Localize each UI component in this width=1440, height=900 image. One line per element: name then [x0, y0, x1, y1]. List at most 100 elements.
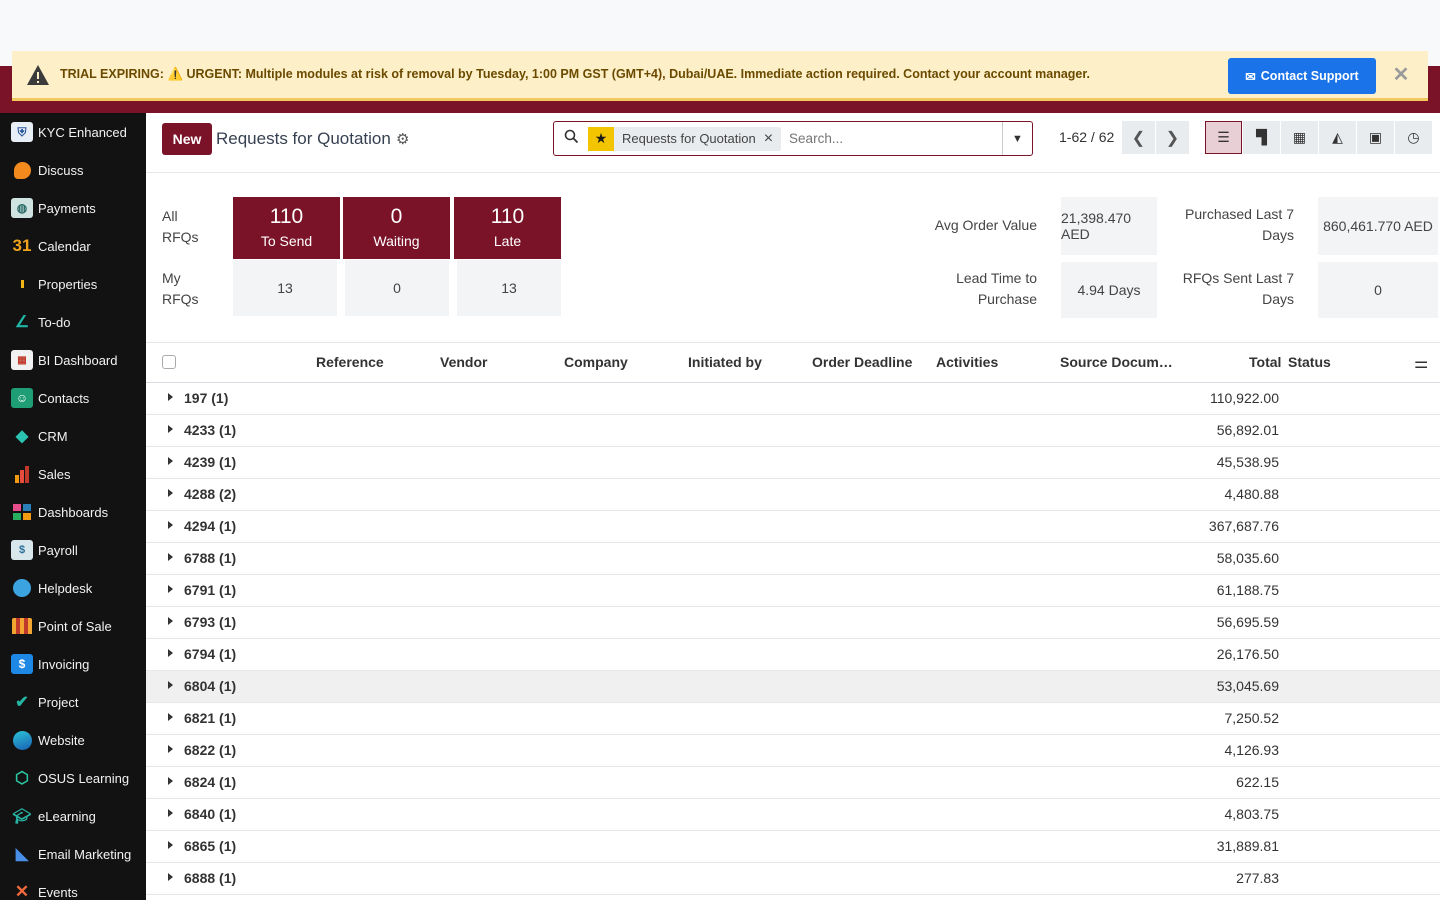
- chevron-right-icon: ❯: [1165, 129, 1180, 147]
- sidebar-item-bi-dashboard[interactable]: ▦ BI Dashboard: [0, 341, 146, 379]
- sidebar-item-discuss[interactable]: Discuss: [0, 151, 146, 189]
- group-row[interactable]: 4294 (1) 367,687.76: [146, 511, 1440, 543]
- column-company[interactable]: Company: [564, 354, 628, 370]
- contact-support-button[interactable]: ✉ Contact Support: [1228, 58, 1376, 94]
- select-all-checkbox[interactable]: [162, 355, 176, 369]
- group-name: 6822 (1): [184, 742, 237, 758]
- sidebar-item-crm[interactable]: ◆ CRM: [0, 417, 146, 455]
- group-row[interactable]: 6840 (1) 4,803.75: [146, 799, 1440, 831]
- shield-icon: ⛨: [11, 122, 33, 142]
- sidebar-item-label: eLearning: [38, 808, 96, 824]
- new-button[interactable]: New: [162, 123, 212, 155]
- sidebar-item-label: Website: [38, 732, 85, 748]
- clock-icon: ◷: [1407, 129, 1420, 145]
- group-row[interactable]: 6822 (1) 4,126.93: [146, 735, 1440, 767]
- kpi-rfqs-sent-label: RFQs Sent Last 7 Days: [1182, 270, 1294, 307]
- group-row[interactable]: 6804 (1) 53,045.69: [146, 671, 1440, 703]
- graph-view-button[interactable]: ◭: [1319, 121, 1356, 154]
- kpi-rfqs-sent-value: 0: [1318, 262, 1438, 318]
- group-name: 6865 (1): [184, 838, 237, 854]
- sidebar-item-helpdesk[interactable]: Helpdesk: [0, 569, 146, 607]
- sidebar-item-sales[interactable]: Sales: [0, 455, 146, 493]
- sidebar-item-project[interactable]: ✔ Project: [0, 683, 146, 721]
- close-icon[interactable]: ✕: [1392, 65, 1410, 85]
- column-reference[interactable]: Reference: [316, 354, 384, 370]
- sidebar-item-contacts[interactable]: ☺ Contacts: [0, 379, 146, 417]
- search-options-toggle[interactable]: ▼: [1002, 122, 1032, 155]
- sidebar-item-email-marketing[interactable]: ◣ Email Marketing: [0, 835, 146, 873]
- column-status[interactable]: Status: [1288, 354, 1331, 370]
- sidebar-item-website[interactable]: Website: [0, 721, 146, 759]
- group-total: 58,035.60: [1216, 550, 1279, 566]
- sidebar-item-invoicing[interactable]: $ Invoicing: [0, 645, 146, 683]
- crm-diamond-icon: ◆: [15, 428, 29, 445]
- sidebar-item-label: Email Marketing: [38, 846, 132, 862]
- table-icon: ▦: [1292, 129, 1307, 145]
- page-title[interactable]: Requests for Quotation: [216, 129, 391, 149]
- group-row[interactable]: 4239 (1) 45,538.95: [146, 447, 1440, 479]
- caret-right-icon: [168, 457, 173, 465]
- sidebar-item-osus-learning[interactable]: ⬡ OSUS Learning: [0, 759, 146, 797]
- tile-waiting[interactable]: 0 Waiting: [343, 197, 450, 259]
- group-total: 61,188.75: [1216, 582, 1279, 598]
- kanban-view-button[interactable]: ▜: [1243, 121, 1280, 154]
- group-row[interactable]: 6821 (1) 7,250.52: [146, 703, 1440, 735]
- my-to-send[interactable]: 13: [233, 260, 337, 316]
- caret-right-icon: [168, 713, 173, 721]
- my-late[interactable]: 13: [457, 260, 561, 316]
- group-row[interactable]: 6794 (1) 26,176.50: [146, 639, 1440, 671]
- column-activities[interactable]: Activities: [936, 354, 998, 370]
- sidebar-item-label: OSUS Learning: [38, 770, 130, 786]
- group-row[interactable]: 6791 (1) 61,188.75: [146, 575, 1440, 607]
- kanban-icon: ▜: [1256, 129, 1267, 145]
- tile-to-send[interactable]: 110 To Send: [233, 197, 340, 259]
- sidebar-item-payments[interactable]: ◍ Payments: [0, 189, 146, 227]
- sidebar-item-point-of-sale[interactable]: Point of Sale: [0, 607, 146, 645]
- pager-previous-button[interactable]: ❮: [1122, 121, 1155, 154]
- group-row[interactable]: 197 (1) 110,922.00: [146, 383, 1440, 415]
- search-input[interactable]: [789, 131, 1002, 146]
- group-row[interactable]: 6824 (1) 622.15: [146, 767, 1440, 799]
- caret-right-icon: [168, 777, 173, 785]
- group-name: 4288 (2): [184, 486, 237, 502]
- sidebar-item-properties[interactable]: Properties: [0, 265, 146, 303]
- sidebar-item-elearning[interactable]: 🎓︎ eLearning: [0, 797, 146, 835]
- sidebar-item-label: Properties: [38, 276, 98, 292]
- pager-value[interactable]: 1-62 / 62: [1059, 129, 1114, 145]
- sidebar-item-label: Project: [38, 694, 79, 710]
- kpi-avg-order-label: Avg Order Value: [934, 217, 1037, 233]
- gear-icon[interactable]: ⚙: [396, 130, 409, 148]
- calendar-view-button[interactable]: ▣: [1357, 121, 1394, 154]
- group-row[interactable]: 6788 (1) 58,035.60: [146, 543, 1440, 575]
- tile-late[interactable]: 110 Late: [454, 197, 561, 259]
- optional-columns-icon[interactable]: ⚌: [1414, 353, 1428, 373]
- sidebar-item-calendar[interactable]: 31 Calendar: [0, 227, 146, 265]
- activity-view-button[interactable]: ◷: [1395, 121, 1432, 154]
- my-waiting[interactable]: 0: [345, 260, 449, 316]
- sidebar-item-payroll[interactable]: $ Payroll: [0, 531, 146, 569]
- group-name: 4233 (1): [184, 422, 237, 438]
- pager-next-button[interactable]: ❯: [1156, 121, 1189, 154]
- column-order-deadline[interactable]: Order Deadline: [812, 354, 912, 370]
- list-icon: ☰: [1217, 129, 1230, 145]
- remove-facet-icon[interactable]: ×: [764, 130, 781, 148]
- pivot-view-button[interactable]: ▦: [1281, 121, 1318, 154]
- app-sidebar: ⛨ KYC Enhanced Discuss ◍ Payments 31 Calend…: [0, 113, 146, 900]
- column-vendor[interactable]: Vendor: [440, 354, 487, 370]
- group-row[interactable]: 6888 (1) 277.83: [146, 863, 1440, 895]
- sidebar-item-events[interactable]: ✕ Events: [0, 873, 146, 900]
- column-total[interactable]: Total: [1249, 354, 1281, 370]
- column-source-document[interactable]: Source Docum…: [1060, 354, 1173, 370]
- sidebar-item-kyc-enhanced[interactable]: ⛨ KYC Enhanced: [0, 113, 146, 151]
- trial-banner: TRIAL EXPIRING: ⚠️ URGENT: Multiple modu…: [12, 51, 1428, 101]
- sales-chart-icon: [11, 464, 33, 484]
- group-row[interactable]: 4233 (1) 56,892.01: [146, 415, 1440, 447]
- column-initiated-by[interactable]: Initiated by: [688, 354, 762, 370]
- search-facet: ★ Requests for Quotation ×: [588, 126, 782, 151]
- sidebar-item-to-do[interactable]: ∠ To-do: [0, 303, 146, 341]
- sidebar-item-dashboards[interactable]: Dashboards: [0, 493, 146, 531]
- list-view-button[interactable]: ☰: [1205, 121, 1242, 154]
- group-row[interactable]: 6865 (1) 31,889.81: [146, 831, 1440, 863]
- group-row[interactable]: 6793 (1) 56,695.59: [146, 607, 1440, 639]
- group-row[interactable]: 4288 (2) 4,480.88: [146, 479, 1440, 511]
